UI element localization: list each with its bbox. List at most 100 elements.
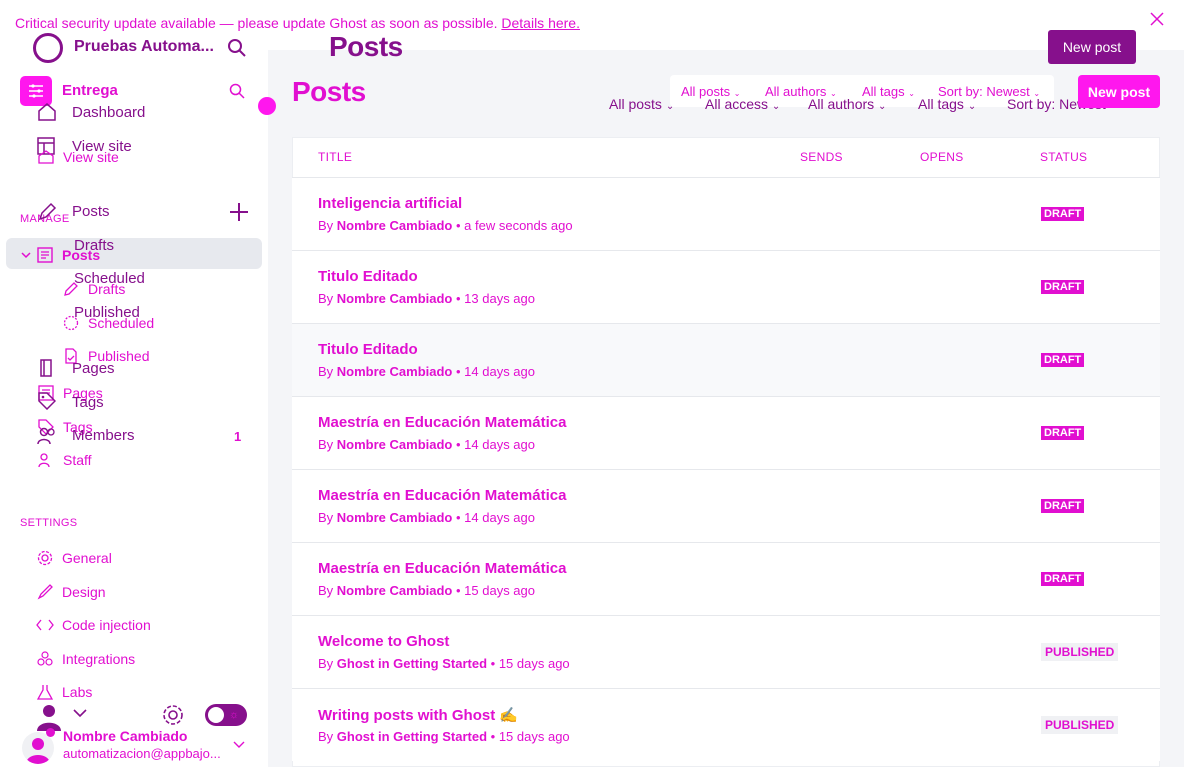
filter-all-tags-ghost[interactable]: All tags ⌄: [918, 96, 976, 112]
filter-all-posts-ghost[interactable]: All posts ⌄: [609, 96, 674, 112]
post-time: • 14 days ago: [456, 364, 535, 379]
table-row[interactable]: Titulo Editado By Nombre Cambiado • 13 d…: [292, 250, 1160, 323]
post-title[interactable]: Writing posts with Ghost ✍️: [318, 706, 518, 724]
post-title[interactable]: Maestría en Educación Matemática: [318, 414, 566, 431]
status-badge: DRAFT: [1041, 499, 1085, 513]
sidebar-item-integrations[interactable]: Integrations: [36, 650, 135, 668]
tags-icon: [38, 392, 56, 410]
sidebar-item-design[interactable]: Design: [36, 583, 106, 601]
flask-icon: [36, 683, 54, 701]
post-by: By: [318, 291, 334, 306]
status-badge: DRAFT: [1041, 426, 1085, 440]
post-time: • 14 days ago: [456, 510, 535, 525]
filter-label: All authors: [808, 96, 875, 112]
post-meta: By Ghost in Getting Started • 15 days ag…: [318, 729, 570, 744]
table-row[interactable]: Maestría en Educación Matemática By Nomb…: [292, 542, 1160, 615]
home-small-icon: [37, 148, 55, 166]
members-icon: [37, 427, 57, 445]
status-badge: DRAFT: [1041, 353, 1085, 367]
workspace-icon[interactable]: [20, 76, 52, 106]
table-row[interactable]: Writing posts with Ghost ✍️ By Ghost in …: [292, 688, 1160, 761]
chevron-down-icon: ⌄: [967, 101, 977, 112]
workspace-name[interactable]: Entrega: [62, 82, 118, 99]
post-by: By: [318, 583, 334, 598]
sidebar-item-drafts[interactable]: Drafts: [74, 237, 114, 254]
sidebar-item-label: Integrations: [62, 651, 136, 667]
site-logo: [33, 33, 63, 63]
post-meta: By Ghost in Getting Started • 15 days ag…: [318, 656, 570, 671]
post-time: • 15 days ago: [490, 729, 570, 744]
chevron-down-icon: ⌄: [665, 101, 675, 112]
sidebar-item-members[interactable]: Members: [72, 427, 135, 444]
members-count-badge: 1: [234, 429, 242, 444]
user-silhouette-icon: [36, 703, 62, 731]
table-row[interactable]: Maestría en Educación Matemática By Nomb…: [292, 469, 1160, 542]
moon-icon: ☼: [229, 709, 240, 721]
table-row[interactable]: Titulo Editado By Nombre Cambiado • 14 d…: [292, 323, 1160, 396]
sidebar-item-published[interactable]: Published: [74, 304, 140, 321]
filter-all-authors-ghost[interactable]: All authors ⌄: [808, 96, 886, 112]
chevron-down-icon: [20, 246, 32, 264]
sidebar-item-view-site-overlay[interactable]: View site: [37, 148, 119, 166]
post-meta: By Nombre Cambiado • 13 days ago: [318, 291, 535, 306]
post-meta: By Nombre Cambiado • 15 days ago: [318, 583, 535, 598]
table-row[interactable]: Maestría en Educación Matemática By Nomb…: [292, 396, 1160, 469]
post-author: Nombre Cambiado: [336, 510, 453, 525]
post-meta: By Nombre Cambiado • 14 days ago: [318, 510, 535, 525]
sidebar-item-general[interactable]: General: [36, 549, 112, 567]
home-icon: [37, 103, 57, 121]
page-title-ghost: Posts: [329, 31, 403, 62]
pages-icon: [38, 359, 54, 377]
post-title[interactable]: Maestría en Educación Matemática: [318, 560, 566, 577]
status-badge: DRAFT: [1041, 572, 1085, 586]
post-author: Nombre Cambiado: [336, 291, 453, 306]
avatar-status-dot: [46, 728, 55, 737]
post-title[interactable]: Welcome to Ghost: [318, 633, 449, 650]
post-author: Nombre Cambiado: [336, 437, 453, 452]
sidebar-item-label: Code injection: [62, 617, 151, 633]
user-chevron-down-icon[interactable]: [73, 709, 87, 718]
new-post-button[interactable]: New post: [1078, 75, 1160, 108]
sidebar-item-posts[interactable]: Posts: [72, 203, 110, 220]
post-by: By: [318, 218, 334, 233]
new-post-button-ghost[interactable]: New post: [1048, 30, 1136, 64]
post-title[interactable]: Maestría en Educación Matemática: [318, 487, 566, 504]
integrations-icon: [36, 650, 54, 668]
add-post-icon[interactable]: [229, 202, 249, 222]
chevron-down-icon: ⌄: [908, 89, 915, 98]
staff-icon: [37, 451, 55, 469]
chevron-down-icon: ⌄: [878, 101, 887, 112]
table-row[interactable]: Inteligencia artificial By Nombre Cambia…: [292, 177, 1160, 250]
sidebar-item-staff[interactable]: Staff: [37, 451, 92, 469]
site-title[interactable]: Pruebas Automa...: [74, 38, 214, 56]
banner-details-link[interactable]: Details here.: [501, 15, 580, 31]
sidebar-item-pages[interactable]: Pages: [72, 360, 115, 377]
post-meta: By Nombre Cambiado • a few seconds ago: [318, 218, 573, 233]
sidebar-item-tags[interactable]: Tags: [72, 394, 104, 411]
settings-section-title: SETTINGS: [20, 517, 78, 529]
post-meta: By Nombre Cambiado • 14 days ago: [318, 364, 535, 379]
status-badge: DRAFT: [1041, 280, 1085, 294]
account-chevron-down-icon[interactable]: [233, 741, 245, 749]
post-time: • 14 days ago: [456, 437, 535, 452]
table-row[interactable]: Welcome to Ghost By Ghost in Getting Sta…: [292, 615, 1160, 688]
post-title[interactable]: Titulo Editado: [318, 268, 418, 285]
sidebar-item-code-injection[interactable]: Code injection: [36, 616, 151, 634]
sidebar-item-dashboard[interactable]: Dashboard: [72, 104, 145, 121]
sidebar-item-label: Labs: [62, 684, 93, 700]
sidebar-item-labs[interactable]: Labs: [36, 683, 92, 701]
sidebar-item-scheduled[interactable]: Scheduled: [74, 270, 145, 287]
post-title[interactable]: Titulo Editado: [318, 341, 418, 358]
user-name[interactable]: Nombre Cambiado: [63, 728, 187, 744]
gear-icon: [36, 549, 54, 567]
sidebar-item-label: View site: [63, 149, 119, 165]
banner-close-icon[interactable]: [1150, 12, 1164, 26]
settings-gear-icon[interactable]: [162, 704, 184, 726]
filter-all-access-ghost[interactable]: All access ⌄: [705, 96, 780, 112]
post-title[interactable]: Inteligencia artificial: [318, 195, 462, 212]
workspace-search-icon[interactable]: [229, 83, 245, 99]
post-time: • 13 days ago: [456, 291, 535, 306]
column-header-sends: SENDS: [800, 150, 843, 164]
search-icon[interactable]: [227, 38, 247, 58]
post-time: • 15 days ago: [490, 656, 570, 671]
